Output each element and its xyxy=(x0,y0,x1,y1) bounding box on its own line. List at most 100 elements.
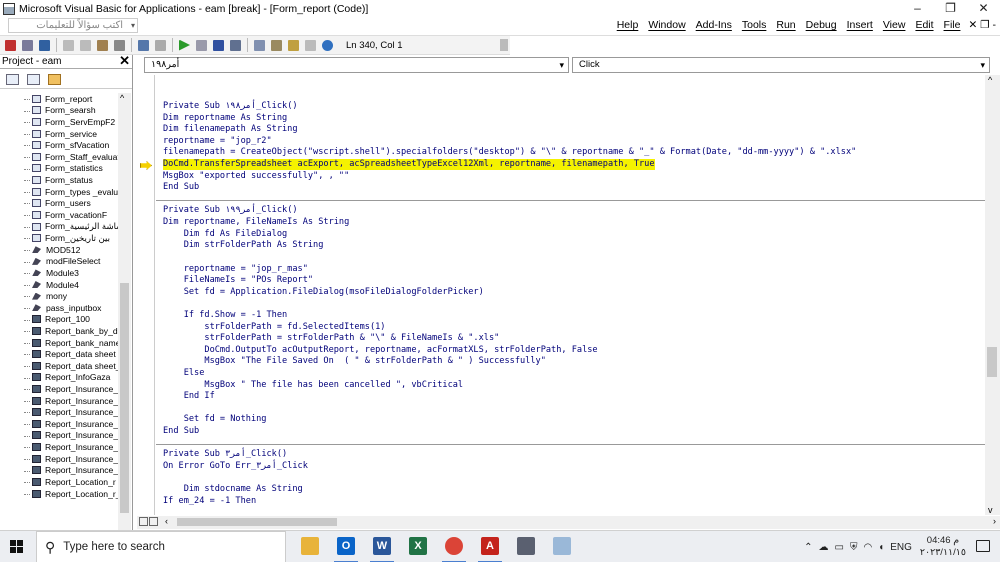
code-line[interactable] xyxy=(163,473,856,485)
code-line[interactable]: strFolderPath = fd.SelectedItems(1) xyxy=(163,322,856,334)
code-vertical-scrollbar[interactable]: ^ v xyxy=(985,75,1000,515)
scroll-up-icon[interactable]: ^ xyxy=(120,93,124,103)
code-line[interactable]: FileNameIs = "POs Report" xyxy=(163,275,856,287)
tree-item[interactable]: modFileSelect xyxy=(0,256,118,268)
tree-item[interactable]: Form_vacationF xyxy=(0,209,118,221)
code-line[interactable]: End If xyxy=(163,391,856,403)
word-app[interactable]: W xyxy=(364,531,400,562)
close-icon[interactable]: ✕ xyxy=(119,54,130,67)
help-icon[interactable] xyxy=(322,39,333,51)
code-line[interactable]: Set fd = Nothing xyxy=(163,414,856,426)
scrollbar-thumb[interactable] xyxy=(987,347,997,377)
minimize-button[interactable]: – xyxy=(901,0,934,17)
tree-item[interactable]: Form_بين تاريخين xyxy=(0,232,118,244)
object-combo[interactable]: أمر١٩٨ ▾ xyxy=(144,57,569,73)
taskbar-search-box[interactable]: ⚲ Type here to search xyxy=(36,531,286,562)
tree-item[interactable]: Form_Staff_evaluati xyxy=(0,151,118,163)
code-line[interactable]: MsgBox "The File Saved On ( " & strFolde… xyxy=(163,356,856,368)
tree-item[interactable]: Report_Location_r_l xyxy=(0,488,118,500)
reset-icon[interactable] xyxy=(213,39,224,51)
object-browser-icon[interactable] xyxy=(288,39,299,51)
scrollbar-thumb[interactable] xyxy=(120,283,129,513)
windows-start-icon[interactable] xyxy=(10,540,24,554)
code-line[interactable]: Else xyxy=(163,368,856,380)
volume-icon[interactable]: ◖ xyxy=(878,542,884,553)
tree-item[interactable]: Report_100 xyxy=(0,314,118,326)
chevron-down-icon[interactable]: ▾ xyxy=(131,19,135,32)
code-line[interactable]: Dim reportname As String xyxy=(163,113,856,125)
code-line[interactable]: Private Sub أمر١٩٨_Click() xyxy=(163,101,856,113)
tree-item[interactable]: Report_Insurance_r xyxy=(0,383,118,395)
acrobat-app[interactable]: A xyxy=(472,531,508,562)
procedure-view-icon[interactable] xyxy=(139,517,148,526)
code-line[interactable] xyxy=(163,403,856,415)
view-code-icon[interactable] xyxy=(6,74,19,85)
tree-item[interactable]: Form_searsh xyxy=(0,105,118,117)
tree-item[interactable]: Report_Insurance_r xyxy=(0,395,118,407)
tree-item[interactable]: mony xyxy=(0,290,118,302)
battery-icon[interactable]: ▭ xyxy=(834,542,843,553)
chevron-up-icon[interactable]: ⌃ xyxy=(804,542,812,553)
tree-item[interactable]: Report_Location_r xyxy=(0,476,118,488)
code-margin[interactable] xyxy=(137,75,155,515)
view-object-icon[interactable] xyxy=(27,74,40,85)
code-line[interactable]: If fd.Show = -1 Then xyxy=(163,310,856,322)
project-explorer-icon[interactable] xyxy=(254,39,265,51)
toolbar-grip-handle[interactable] xyxy=(500,39,508,51)
redo-icon[interactable] xyxy=(155,39,166,51)
chevron-down-icon[interactable]: ▾ xyxy=(559,58,564,72)
code-line[interactable] xyxy=(163,252,856,264)
menu-run[interactable]: Run xyxy=(776,19,795,31)
tree-item[interactable]: Report_bank_by_da xyxy=(0,325,118,337)
code-line[interactable]: Dim filenamepath As String xyxy=(163,124,856,136)
menu-help[interactable]: Help xyxy=(617,19,639,31)
code-line[interactable]: Dim stdocname As String xyxy=(163,484,856,496)
tree-item[interactable]: Form_status xyxy=(0,174,118,186)
security-icon[interactable]: ⛨ xyxy=(850,542,858,553)
menu-window[interactable]: Window xyxy=(648,19,685,31)
file-explorer-app[interactable] xyxy=(292,531,328,562)
tree-item[interactable]: Report_Insurance_r xyxy=(0,453,118,465)
design-mode-icon[interactable] xyxy=(230,39,241,51)
cut-icon[interactable] xyxy=(63,39,74,51)
excel-app[interactable]: X xyxy=(400,531,436,562)
code-line[interactable]: Dim reportname, FileNameIs As String xyxy=(163,217,856,229)
paste-icon[interactable] xyxy=(97,39,108,51)
code-horizontal-scrollbar[interactable]: ‹ › xyxy=(137,516,1000,529)
wifi-icon[interactable]: ◠ xyxy=(863,542,872,553)
tree-item[interactable]: Form_الشاشة الرئيسية xyxy=(0,221,118,233)
code-line[interactable]: MsgBox " The file has been cancelled ", … xyxy=(163,380,856,392)
copy-icon[interactable] xyxy=(80,39,91,51)
tree-item[interactable]: Report_Insurance_r xyxy=(0,418,118,430)
toggle-folders-icon[interactable] xyxy=(48,74,61,85)
calculator-app[interactable] xyxy=(508,531,544,562)
paint-app[interactable] xyxy=(544,531,580,562)
chevron-down-icon[interactable]: ▾ xyxy=(980,58,985,72)
code-line[interactable]: strFolderPath = strFolderPath & "\" & Fi… xyxy=(163,333,856,345)
full-module-view-icon[interactable] xyxy=(149,517,158,526)
clock[interactable]: 04:46 م ٢٠٢٣/١١/١٥ xyxy=(920,535,966,559)
save-icon[interactable] xyxy=(39,39,50,51)
break-icon[interactable] xyxy=(196,39,207,51)
find-icon[interactable] xyxy=(114,39,125,51)
outlook-app[interactable]: O xyxy=(328,531,364,562)
scroll-right-icon[interactable]: › xyxy=(993,516,996,526)
properties-icon[interactable] xyxy=(271,39,282,51)
tree-item[interactable]: Report_Insurance_r xyxy=(0,406,118,418)
tree-item[interactable]: Report_Insurance_r xyxy=(0,430,118,442)
scrollbar-thumb[interactable] xyxy=(177,518,337,526)
tree-item[interactable]: Form_users xyxy=(0,197,118,209)
tree-item[interactable]: Form_service xyxy=(0,128,118,140)
mdi-window-controls[interactable]: - ❐ ✕ xyxy=(968,19,996,31)
tree-item[interactable]: Module3 xyxy=(0,267,118,279)
tree-item[interactable]: Report_data sheet_ xyxy=(0,360,118,372)
code-line[interactable]: Private Sub أمر١٩٩_Click() xyxy=(163,205,856,217)
tree-item[interactable]: Form_sfVacation xyxy=(0,139,118,151)
menu-tools[interactable]: Tools xyxy=(742,19,767,31)
scroll-up-icon[interactable]: ^ xyxy=(988,75,992,85)
tree-item[interactable]: pass_inputbox xyxy=(0,302,118,314)
project-vertical-scrollbar[interactable]: ^ v xyxy=(118,93,131,562)
menu-debug[interactable]: Debug xyxy=(806,19,837,31)
tree-item[interactable]: MOD512 xyxy=(0,244,118,256)
tree-item[interactable]: Form_ServEmpF2 xyxy=(0,116,118,128)
